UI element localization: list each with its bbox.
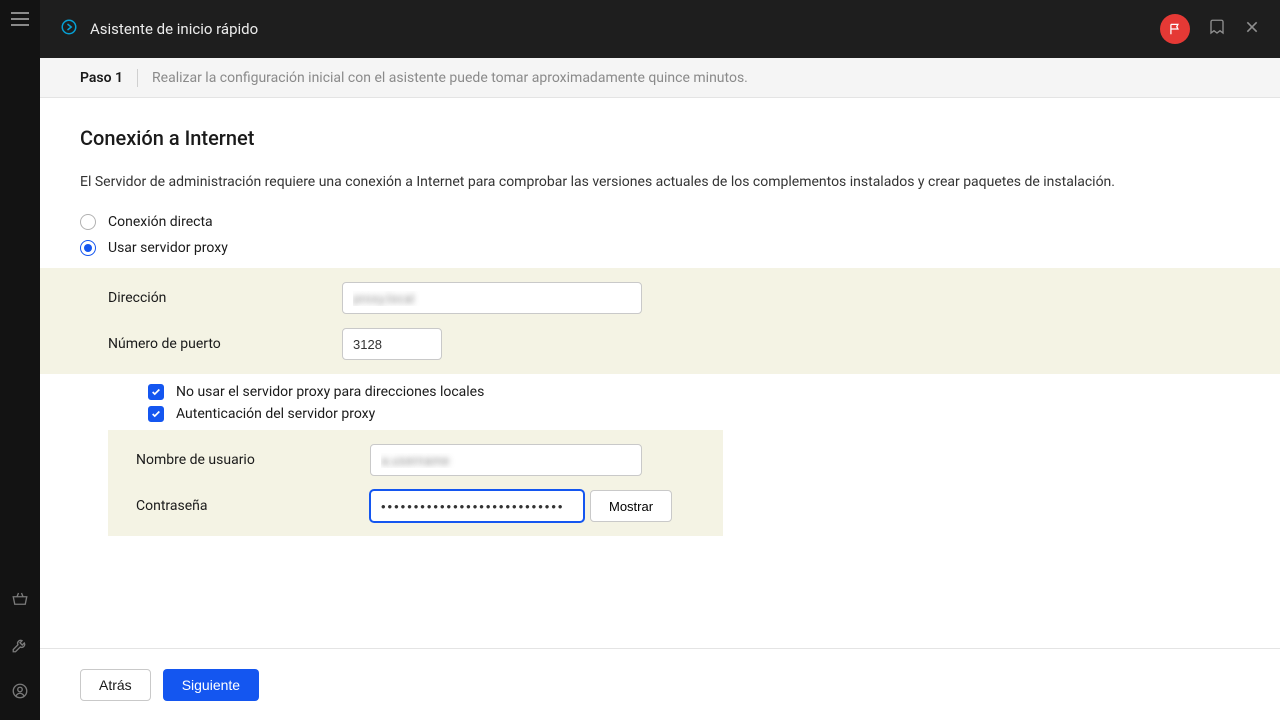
username-label: Nombre de usuario — [136, 452, 370, 468]
back-button[interactable]: Atrás — [80, 669, 151, 701]
next-button[interactable]: Siguiente — [163, 669, 259, 701]
wizard-footer: Atrás Siguiente — [40, 648, 1280, 720]
address-label: Dirección — [108, 290, 342, 306]
basket-icon[interactable] — [11, 590, 29, 612]
checkbox-bypass-local[interactable]: No usar el servidor proxy para direccion… — [148, 384, 1240, 400]
radio-icon — [80, 214, 96, 230]
step-label: Paso 1 — [80, 70, 123, 86]
step-description: Realizar la configuración inicial con el… — [152, 70, 748, 86]
step-divider — [137, 69, 138, 87]
checkbox-icon — [148, 384, 164, 400]
port-input[interactable] — [342, 328, 442, 360]
flag-badge[interactable] — [1160, 14, 1190, 44]
password-label: Contraseña — [136, 498, 370, 514]
auth-panel: Nombre de usuario Contraseña Mostrar — [108, 430, 723, 536]
password-input[interactable] — [370, 490, 584, 522]
checkbox-auth[interactable]: Autenticación del servidor proxy — [148, 406, 1240, 422]
content: Conexión a Internet El Servidor de admin… — [40, 98, 1280, 648]
address-input[interactable] — [342, 282, 642, 314]
show-password-button[interactable]: Mostrar — [590, 490, 672, 522]
menu-icon[interactable] — [11, 12, 29, 26]
close-icon[interactable] — [1244, 19, 1260, 39]
port-label: Número de puerto — [108, 336, 342, 352]
radio-proxy-label: Usar servidor proxy — [108, 240, 228, 256]
header: Asistente de inicio rápido — [40, 0, 1280, 58]
user-icon[interactable] — [11, 682, 29, 704]
wizard-title: Asistente de inicio rápido — [90, 20, 258, 38]
radio-use-proxy[interactable]: Usar servidor proxy — [80, 240, 1240, 256]
radio-direct-label: Conexión directa — [108, 214, 213, 230]
checkbox-icon — [148, 406, 164, 422]
checkbox-auth-label: Autenticación del servidor proxy — [176, 406, 375, 422]
checkbox-bypass-label: No usar el servidor proxy para direccion… — [176, 384, 484, 400]
bookmark-icon[interactable] — [1208, 18, 1226, 40]
radio-direct-connection[interactable]: Conexión directa — [80, 214, 1240, 230]
sidebar — [0, 0, 40, 720]
wrench-icon[interactable] — [11, 636, 29, 658]
section-description: El Servidor de administración requiere u… — [80, 172, 1240, 192]
radio-icon — [80, 240, 96, 256]
username-input[interactable] — [370, 444, 642, 476]
section-title: Conexión a Internet — [80, 126, 1240, 150]
wizard-icon — [60, 18, 78, 40]
step-bar: Paso 1 Realizar la configuración inicial… — [40, 58, 1280, 98]
proxy-panel: Dirección Número de puerto — [40, 268, 1280, 374]
